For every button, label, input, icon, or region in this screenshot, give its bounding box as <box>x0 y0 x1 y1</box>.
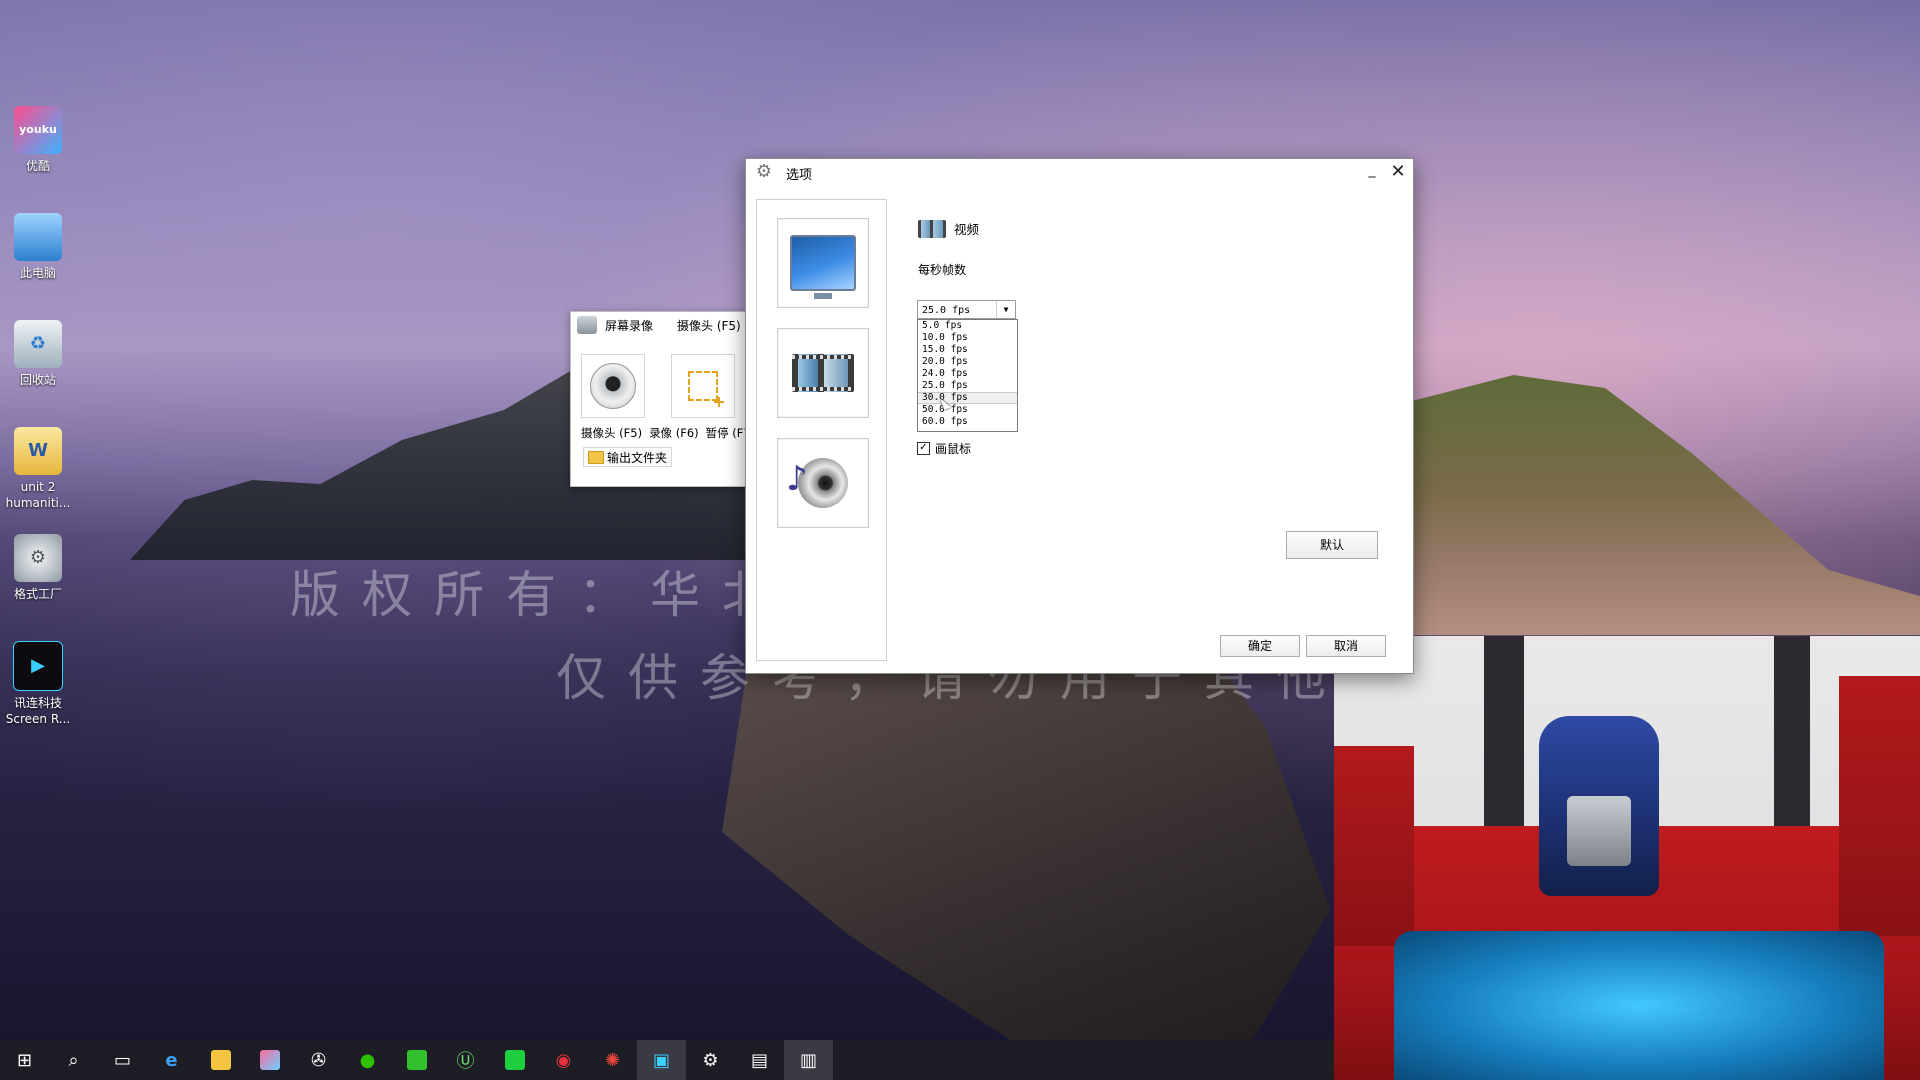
desktop-icon-recycle-bin[interactable]: ♻ 回收站 <box>0 320 76 421</box>
category-screen[interactable] <box>777 218 869 308</box>
robot-arm-right <box>1839 676 1920 936</box>
robot-chest <box>1394 931 1884 1080</box>
output-folder-label: 输出文件夹 <box>607 450 668 465</box>
iqiyi-player-icon[interactable] <box>392 1040 441 1080</box>
fps-option[interactable]: 50.0 fps <box>918 404 1017 416</box>
category-audio[interactable]: ♪ <box>777 438 869 528</box>
draw-cursor-row[interactable]: ✓ 画鼠标 <box>917 440 971 457</box>
tab-camera[interactable]: 摄像头 (F5) <box>677 317 741 334</box>
recorder-tab-bar: 屏幕录像 摄像头 (F5) <box>571 312 757 338</box>
desktop-icon-label: 格式工厂 <box>13 587 62 601</box>
recycle-bin-icon: ♻ <box>14 320 62 368</box>
robot-arm-left <box>1334 746 1414 946</box>
youku-icon: youku <box>14 106 62 154</box>
desktop-icon-format-factory[interactable]: ⚙ 格式工厂 <box>0 534 76 635</box>
edge-icon[interactable]: e <box>147 1040 196 1080</box>
chevron-down-icon[interactable]: ▼ <box>996 301 1015 318</box>
camera-label: 摄像头 (F5) <box>581 426 643 440</box>
dialog-title-bar[interactable]: ⚙ 选项 _ ✕ <box>746 159 1413 185</box>
robot-antenna-right <box>1774 636 1810 856</box>
fps-option[interactable]: 20.0 fps <box>918 356 1017 368</box>
format-factory-icon[interactable]: ⚙ <box>686 1040 735 1080</box>
minimize-button[interactable]: _ <box>1361 161 1383 183</box>
desktop-icon-label: unit 2 humaniti... <box>5 480 71 510</box>
recorder-labels: 摄像头 (F5) 录像 (F6) 暂停 (F7 <box>581 425 751 441</box>
draw-cursor-label: 画鼠标 <box>935 442 972 456</box>
iqiyi-icon[interactable] <box>490 1040 539 1080</box>
task-view-icon[interactable]: ▭ <box>98 1040 147 1080</box>
category-video[interactable] <box>777 328 869 418</box>
desktop-icon-document[interactable]: W unit 2 humaniti... <box>0 427 76 528</box>
ok-button[interactable]: 确定 <box>1220 635 1300 657</box>
webcam-overlay <box>1334 636 1920 1080</box>
bulb-app-icon[interactable]: ✺ <box>588 1040 637 1080</box>
file-explorer-icon[interactable] <box>196 1040 245 1080</box>
film-icon <box>792 354 854 392</box>
gear-icon: ⚙ <box>755 161 773 182</box>
desktop-icon-this-pc[interactable]: 此电脑 <box>0 213 76 314</box>
netease-music-icon[interactable]: ◉ <box>539 1040 588 1080</box>
desktop-icon-label: 此电脑 <box>19 266 56 280</box>
fps-dropdown-list: 5.0 fps 10.0 fps 15.0 fps 20.0 fps 24.0 … <box>917 319 1018 432</box>
record-label: 录像 (F6) <box>649 426 699 440</box>
taskbar: ⊞ ⌕ ▭ e ✇ ● Ⓤ ◉ ✺ ▣ ⚙ ▤ ▥ <box>0 1040 1334 1080</box>
search-icon[interactable]: ⌕ <box>49 1040 98 1080</box>
folder-icon <box>588 450 604 464</box>
dialog-title: 选项 <box>786 168 813 183</box>
category-panel: ♪ <box>756 199 887 661</box>
output-folder-button[interactable]: 输出文件夹 <box>583 447 673 467</box>
camera-button[interactable] <box>581 354 645 418</box>
recorder-app-icon <box>577 316 597 334</box>
robot-face <box>1567 796 1631 866</box>
background-hill <box>1412 375 1920 635</box>
desktop-icon-screen-recorder[interactable]: ▶ 讯连科技 Screen R... <box>0 641 76 742</box>
monitor-icon <box>790 235 856 299</box>
desktop-icons: youku 优酷 此电脑 ♻ 回收站 W unit 2 humaniti... … <box>0 100 76 742</box>
region-record-button[interactable] <box>671 354 735 418</box>
webcam-icon <box>590 363 636 409</box>
desktop-icon-label: 回收站 <box>19 373 56 387</box>
close-button[interactable]: ✕ <box>1387 161 1409 183</box>
fps-option-hovered[interactable]: 30.0 fps <box>918 392 1017 404</box>
fps-selected-value: 25.0 fps <box>922 305 971 316</box>
fps-option[interactable]: 60.0 fps <box>918 416 1017 428</box>
desktop-icon-youku[interactable]: youku 优酷 <box>0 106 76 207</box>
draw-cursor-checkbox[interactable]: ✓ <box>917 442 930 455</box>
window-app-icon[interactable]: ▤ <box>735 1040 784 1080</box>
music-note-icon: ♪ <box>786 459 808 499</box>
word-document-icon: W <box>14 427 62 475</box>
region-select-icon <box>688 371 724 407</box>
screen-recorder-icon: ▶ <box>13 641 63 691</box>
pause-label: 暂停 (F7 <box>705 426 751 440</box>
format-factory-icon: ⚙ <box>14 534 62 582</box>
screen-recorder-icon[interactable]: ▣ <box>637 1040 686 1080</box>
options-dialog: ⚙ 选项 _ ✕ ♪ 视频 每秒帧数 25.0 fps ▼ 5.0 fps 10… <box>745 158 1414 674</box>
this-pc-icon <box>14 213 62 261</box>
fps-option[interactable]: 25.0 fps <box>918 380 1017 392</box>
desktop-icon-label: 讯连科技 Screen R... <box>5 696 71 726</box>
wechat-icon[interactable]: ● <box>343 1040 392 1080</box>
video-app-icon[interactable]: ✇ <box>294 1040 343 1080</box>
speaker-icon: ♪ <box>786 458 848 508</box>
cancel-button[interactable]: 取消 <box>1306 635 1386 657</box>
desktop-icon-label: 优酷 <box>25 159 50 173</box>
options-app-icon[interactable]: ▥ <box>784 1040 833 1080</box>
fps-option[interactable]: 15.0 fps <box>918 344 1017 356</box>
robot-antenna-left <box>1484 636 1524 846</box>
fps-option[interactable]: 5.0 fps <box>918 320 1017 332</box>
section-header: 视频 <box>918 219 979 238</box>
fps-option[interactable]: 10.0 fps <box>918 332 1017 344</box>
fps-label: 每秒帧数 <box>918 263 967 277</box>
photos-app-icon[interactable] <box>245 1040 294 1080</box>
screen-recorder-window: 屏幕录像 摄像头 (F5) 摄像头 (F5) 录像 (F6) 暂停 (F7 输出… <box>570 311 758 487</box>
upupoo-icon[interactable]: Ⓤ <box>441 1040 490 1080</box>
start-icon[interactable]: ⊞ <box>0 1040 49 1080</box>
tab-screen-recording[interactable]: 屏幕录像 <box>605 317 653 334</box>
video-section-icon <box>918 219 946 238</box>
fps-option[interactable]: 24.0 fps <box>918 368 1017 380</box>
default-button[interactable]: 默认 <box>1286 531 1378 559</box>
fps-select[interactable]: 25.0 fps ▼ <box>917 300 1016 319</box>
section-title: 视频 <box>954 222 980 237</box>
